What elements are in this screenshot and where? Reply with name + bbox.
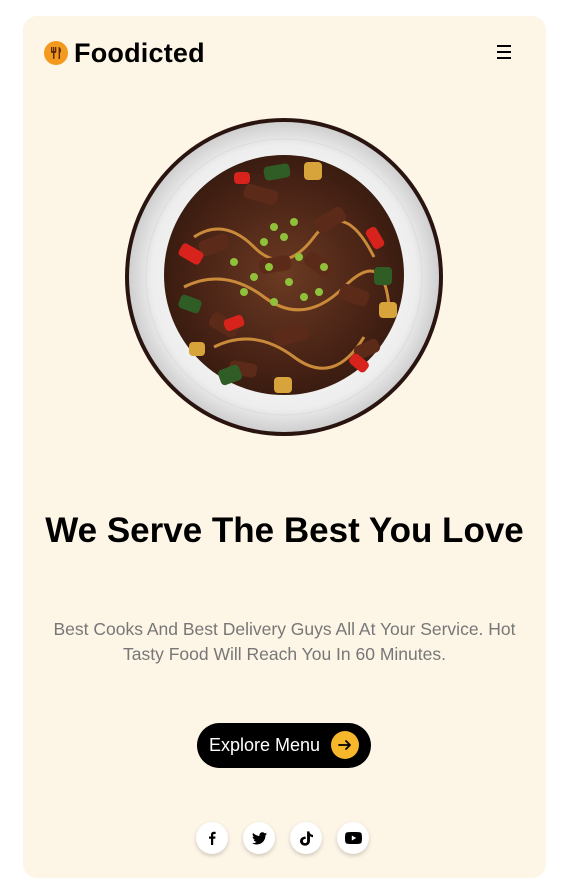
brand-name[interactable]: Foodicted xyxy=(74,38,205,69)
tiktok-icon xyxy=(299,830,313,846)
twitter-link[interactable] xyxy=(243,822,275,854)
twitter-icon xyxy=(251,831,267,844)
facebook-link[interactable] xyxy=(196,822,228,854)
hero-card: Foodicted We Serve The Best You Love Bes… xyxy=(23,16,546,878)
tiktok-link[interactable] xyxy=(290,822,322,854)
explore-menu-label: Explore Menu xyxy=(209,735,321,755)
youtube-icon xyxy=(344,832,362,844)
facebook-icon xyxy=(209,831,216,845)
hamburger-icon xyxy=(497,45,511,47)
youtube-link[interactable] xyxy=(337,822,369,854)
utensils-icon xyxy=(44,41,68,65)
explore-menu-button[interactable]: Explore Menu xyxy=(197,723,371,768)
social-links xyxy=(196,822,369,854)
hero-image xyxy=(125,118,443,436)
header: Foodicted xyxy=(44,38,205,68)
arrow-right-icon xyxy=(331,731,359,759)
menu-button[interactable] xyxy=(493,42,515,62)
hero-headline: We Serve The Best You Love xyxy=(45,511,524,550)
hero-description: Best Cooks And Best Delivery Guys All At… xyxy=(53,619,516,664)
